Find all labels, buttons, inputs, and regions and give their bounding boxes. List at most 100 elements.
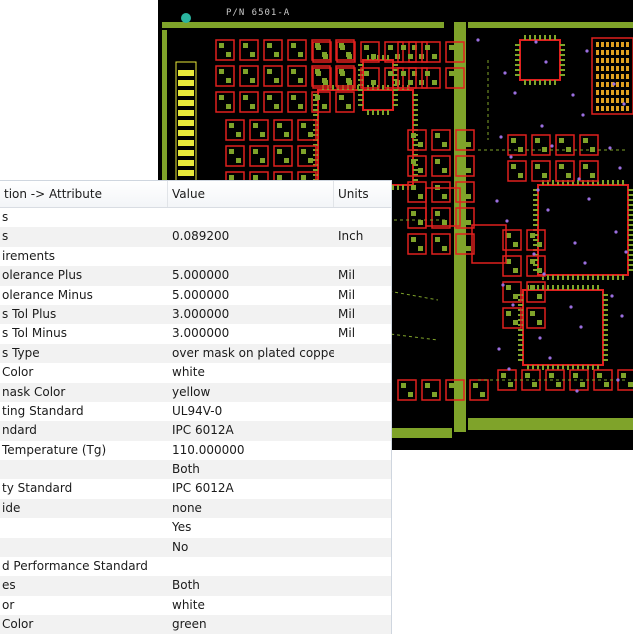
table-row[interactable]: ty Standard IPC 6012A (0, 479, 391, 499)
table-row[interactable]: d Performance Standard (0, 557, 391, 577)
pcb-ic-pin (358, 104, 363, 106)
pcb-copper-strip (468, 22, 633, 28)
table-row[interactable]: Yes (0, 518, 391, 538)
value-cell[interactable]: white (168, 596, 334, 615)
value-cell[interactable]: 3.000000 (168, 305, 334, 324)
pcb-pad (573, 373, 578, 378)
column-header-units[interactable]: Units (334, 181, 391, 207)
pcb-pad (435, 159, 440, 164)
table-row[interactable]: s (0, 208, 391, 228)
pcb-ic-pin (544, 80, 546, 85)
attribute-cell: or (0, 596, 168, 615)
value-cell[interactable]: 5.000000 (168, 266, 334, 285)
value-cell[interactable]: 110.000000 (168, 441, 334, 460)
attribute-name: Color (2, 617, 34, 632)
pcb-ic-pin (515, 64, 520, 66)
value-cell[interactable]: No (168, 538, 334, 557)
value-cell[interactable] (168, 557, 334, 576)
pcb-via (622, 102, 626, 106)
table-row[interactable]: ndard IPC 6012A (0, 421, 391, 441)
value-cell[interactable]: yellow (168, 383, 334, 402)
table-row[interactable]: irements (0, 246, 391, 267)
pcb-ic-pin (533, 219, 538, 221)
value-cell[interactable]: 5.000000 (168, 286, 334, 305)
value-cell[interactable] (168, 208, 334, 227)
units-cell (334, 615, 391, 634)
pcb-ic-pin (358, 89, 363, 91)
pcb-ic-pin (603, 349, 608, 351)
pcb-pad (236, 132, 241, 137)
pcb-pad-array (596, 90, 599, 95)
pcb-ic-pin (537, 285, 539, 290)
table-row[interactable]: Both (0, 460, 391, 480)
value-cell[interactable]: 0.089200 (168, 227, 334, 246)
table-row[interactable]: ide none (0, 498, 391, 519)
table-row[interactable]: nask Color yellow (0, 382, 391, 402)
pcb-via (538, 336, 542, 340)
column-header-attribute[interactable]: tion -> Attribute (0, 181, 168, 207)
attribute-name: or (2, 597, 15, 612)
pcb-component-outline (507, 134, 527, 156)
pcb-pad (401, 71, 406, 76)
attribute-table[interactable]: tion -> Attribute Value Units s s 0.089200… (0, 180, 392, 634)
pcb-pad-array (596, 42, 599, 47)
value-cell[interactable]: none (168, 499, 334, 518)
pcb-component-outline (287, 39, 307, 61)
table-row[interactable]: or white (0, 595, 391, 616)
table-row[interactable]: s Tol Minus 3.000000 Mil (0, 324, 391, 344)
pcb-ic-pin (560, 69, 565, 71)
value-cell[interactable]: IPC 6012A (168, 479, 334, 498)
pcb-connector-pin (178, 100, 194, 106)
pcb-ic-pin (313, 109, 318, 111)
pcb-ic-pin (393, 104, 398, 106)
value-cell[interactable]: IPC 6012A (168, 421, 334, 440)
table-row[interactable]: s 0.089200 Inch (0, 227, 391, 247)
pcb-pad (530, 311, 535, 316)
table-row[interactable]: ting Standard UL94V-0 (0, 401, 391, 422)
pcb-ic-pin (617, 275, 619, 280)
pcb-ic-pin (533, 224, 538, 226)
pcb-pad (260, 132, 265, 137)
table-row[interactable]: s Type over mask on plated copper (0, 343, 391, 364)
attribute-cell: olerance Plus (0, 266, 168, 285)
table-row[interactable]: Color white (0, 363, 391, 383)
pcb-ic-pin (567, 285, 569, 290)
table-row[interactable]: olerance Plus 5.000000 Mil (0, 266, 391, 286)
pcb-via (544, 60, 548, 64)
pcb-pad (466, 246, 471, 251)
pcb-component-outline (555, 134, 575, 156)
pcb-ic-pin (612, 180, 614, 185)
pcb-ic-pin (592, 285, 594, 290)
pcb-component-outline (287, 65, 307, 87)
table-row[interactable]: No (0, 537, 391, 558)
pcb-component-outline (215, 65, 235, 87)
table-row[interactable]: olerance Minus 5.000000 Mil (0, 285, 391, 305)
table-row[interactable]: es Both (0, 576, 391, 596)
attribute-name: irements (2, 248, 56, 263)
table-row[interactable]: Color green (0, 615, 391, 634)
pcb-ic-pin (393, 89, 398, 91)
value-cell[interactable]: green (168, 615, 334, 634)
pcb-pad (250, 52, 255, 57)
table-row[interactable]: Temperature (Tg) 110.000000 (0, 440, 391, 461)
value-cell[interactable]: Both (168, 460, 334, 479)
value-cell[interactable]: 3.000000 (168, 324, 334, 343)
pcb-pad (466, 220, 471, 225)
pcb-pad (425, 383, 430, 388)
pcb-pad (411, 211, 416, 216)
pcb-ic-pin (628, 239, 633, 241)
value-cell[interactable]: Both (168, 576, 334, 595)
pcb-ic-pin (628, 209, 633, 211)
value-cell[interactable] (168, 247, 334, 266)
pcb-component-outline (287, 91, 307, 113)
pcb-pad-array (621, 74, 624, 79)
value-cell[interactable]: Yes (168, 518, 334, 537)
pcb-component-outline (407, 207, 427, 229)
pcb-ic-pin (518, 359, 523, 361)
value-cell[interactable]: white (168, 363, 334, 382)
table-row[interactable]: s Tol Plus 3.000000 Mil (0, 304, 391, 325)
column-header-value[interactable]: Value (168, 181, 334, 207)
pcb-pad (566, 173, 571, 178)
value-cell[interactable]: over mask on plated copper (168, 344, 334, 363)
value-cell[interactable]: UL94V-0 (168, 402, 334, 421)
